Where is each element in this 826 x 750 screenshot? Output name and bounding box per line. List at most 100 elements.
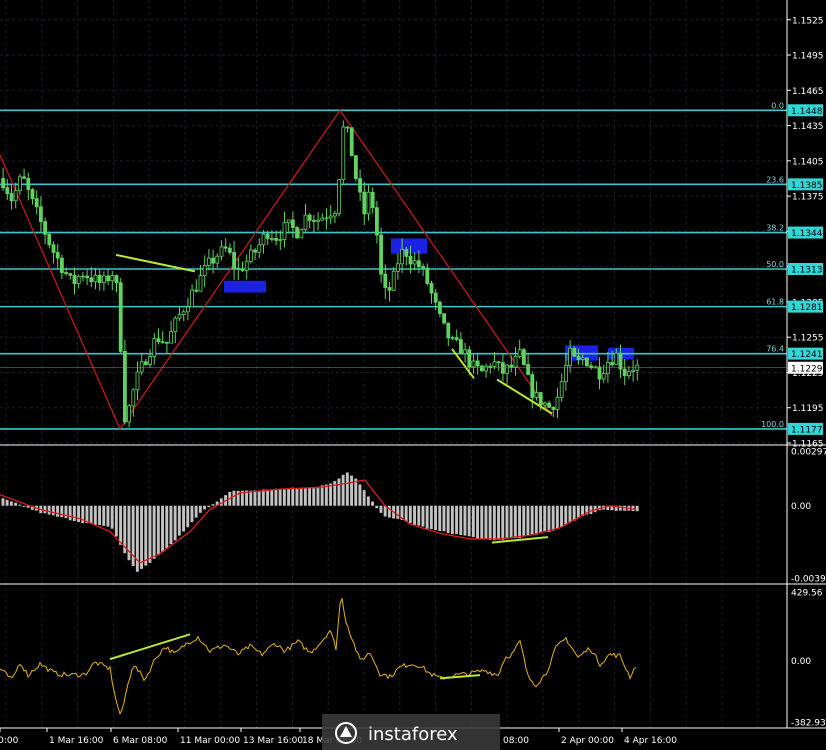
candle-body: [127, 405, 131, 423]
candle-body: [395, 263, 400, 272]
candle-body: [526, 364, 530, 375]
candle-body: [337, 179, 342, 214]
macd-bar: [173, 505, 177, 541]
time-axis-label: 08:00: [503, 736, 529, 746]
candle-body: [580, 357, 585, 361]
macd-bar: [291, 487, 295, 506]
candle-body: [236, 267, 241, 270]
fib-price-tag-label: 1.1281: [791, 303, 823, 313]
candle-body: [555, 396, 560, 410]
macd-bar: [417, 505, 421, 526]
macd-bar: [287, 488, 290, 506]
candle-body: [404, 249, 409, 257]
candle-body: [412, 260, 417, 265]
candle-body: [627, 371, 631, 376]
price-tick-label: 1.1195: [792, 404, 824, 414]
macd-bar: [345, 472, 349, 506]
candle-body: [227, 247, 232, 253]
macd-bar: [358, 484, 362, 506]
macd-bar: [488, 505, 492, 540]
time-axis-label: 13 Mar 16:00: [243, 736, 303, 746]
fib-level-label: 61.8: [766, 298, 784, 307]
candle-body: [496, 361, 501, 364]
candle-body: [248, 249, 253, 262]
candle-body: [152, 338, 157, 357]
macd-bar: [190, 505, 194, 523]
macd-bar: [194, 505, 198, 518]
candle-body: [9, 193, 14, 202]
macd-bar: [589, 505, 593, 515]
macd-bar: [471, 505, 475, 538]
macd-bar: [404, 505, 408, 522]
candle-body: [614, 352, 619, 366]
fib-level-label: 76.4: [766, 345, 784, 354]
candle-body: [106, 275, 110, 282]
macd-bar: [505, 505, 509, 539]
macd-bar: [560, 505, 563, 527]
macd-bar: [480, 505, 484, 539]
macd-bar: [341, 474, 345, 506]
candle-body: [26, 177, 31, 190]
candle-body: [513, 356, 518, 368]
macd-bar: [408, 505, 412, 524]
candle-body: [433, 292, 438, 303]
candle-body: [362, 191, 367, 215]
candle-body: [55, 252, 60, 259]
candle-body: [391, 270, 396, 291]
zone-rect: [224, 280, 266, 293]
candle-body: [223, 246, 228, 249]
macd-bar: [362, 490, 366, 506]
candle-body: [345, 126, 350, 129]
candle-body: [164, 341, 169, 344]
fib-price-tag-label: 1.1448: [791, 107, 823, 117]
candle-body: [253, 249, 258, 253]
candle-body: [177, 314, 182, 319]
candle-body: [622, 368, 627, 376]
candle-body: [81, 275, 85, 278]
candle-body: [551, 406, 556, 410]
candle-body: [437, 301, 442, 315]
candle-body: [89, 277, 94, 283]
candle-body: [425, 267, 430, 284]
macd-bar: [564, 505, 568, 525]
candle-body: [131, 389, 136, 407]
macd-bar: [543, 505, 547, 533]
fib-level-label: 0.0: [771, 101, 784, 110]
fib-level-label: 50.0: [766, 260, 784, 269]
macd-bar: [266, 489, 269, 506]
candle-body: [421, 266, 426, 269]
macd-bar: [509, 505, 513, 539]
macd-bar: [274, 488, 278, 506]
candle-body: [269, 237, 274, 240]
macd-bar: [165, 505, 169, 549]
macd-bar: [375, 505, 379, 509]
price-tick-label: 1.1465: [792, 87, 824, 97]
macd-bar: [182, 505, 185, 532]
candle-body: [374, 207, 379, 236]
candle-body: [39, 206, 43, 222]
candle-body: [215, 255, 220, 264]
time-axis-label: 2 Apr 00:00: [561, 736, 614, 746]
candle-body: [572, 347, 577, 357]
macd-bar: [329, 483, 332, 506]
candle-body: [76, 275, 81, 285]
candle-body: [286, 219, 291, 224]
candle-body: [114, 275, 119, 284]
candle-body: [64, 272, 68, 274]
candle-body: [610, 361, 614, 366]
macd-bar: [534, 505, 538, 535]
fib-price-tag-label: 1.1313: [791, 266, 823, 276]
candle-body: [585, 357, 589, 367]
macd-bar: [303, 488, 307, 506]
zone-rect: [391, 238, 427, 254]
candle-body: [257, 244, 262, 253]
macd-bar: [434, 505, 437, 531]
macd-bar: [119, 505, 122, 545]
candle-body: [534, 392, 539, 398]
macd-bar: [9, 501, 13, 506]
candle-body: [34, 198, 39, 208]
macd-bar: [198, 505, 202, 513]
candle-body: [51, 244, 56, 253]
macd-bar: [484, 505, 488, 539]
candle-body: [471, 360, 476, 368]
